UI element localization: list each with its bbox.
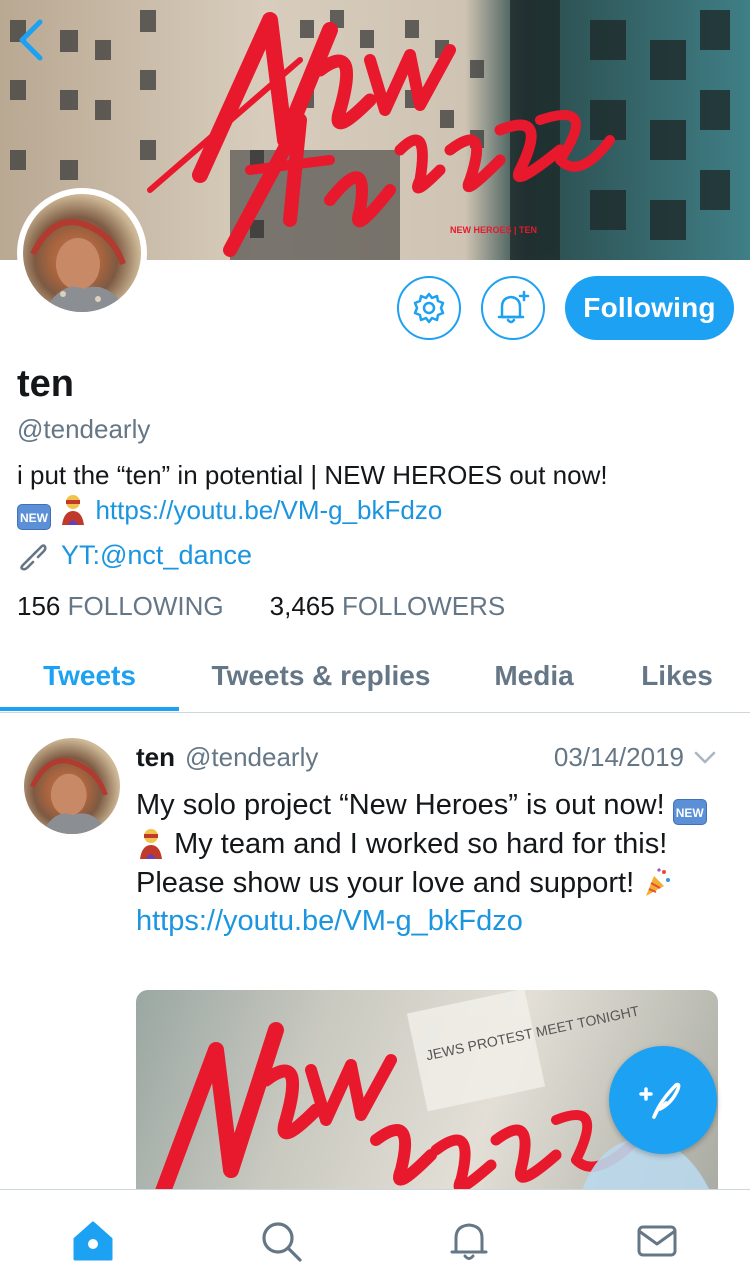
chevron-down-icon[interactable] [692, 744, 718, 770]
tweet-date: 03/14/2019 [553, 741, 684, 772]
profile-handle: @tendearly [17, 414, 151, 444]
home-icon [73, 1221, 113, 1261]
envelope-icon [637, 1225, 677, 1257]
tweet-avatar[interactable] [24, 738, 120, 834]
profile-tabs: Tweets Tweets & replies Media Likes [0, 640, 750, 713]
following-count: 156 [17, 591, 61, 621]
active-tab-indicator [0, 707, 179, 711]
profile-stats: 156 FOLLOWING 3,465 FOLLOWERS [17, 591, 505, 622]
nav-notifications[interactable] [444, 1216, 494, 1266]
bell-icon [450, 1223, 488, 1260]
profile-bio: i put the “ten” in potential | NEW HEROE… [17, 458, 733, 530]
chevron-left-icon [19, 19, 43, 61]
tweet-author-handle[interactable]: @tendearly [185, 742, 318, 773]
following-button[interactable]: Following [565, 276, 734, 340]
tab-tweets[interactable]: Tweets [0, 640, 179, 712]
following-stat[interactable]: 156 FOLLOWING [17, 591, 224, 622]
tab-tweets-and-replies[interactable]: Tweets & replies [190, 640, 452, 712]
profile-display-name: ten [17, 363, 74, 405]
followers-stat[interactable]: 3,465 FOLLOWERS [270, 591, 506, 622]
superhero-emoji-icon [140, 829, 162, 859]
settings-button[interactable] [397, 276, 461, 340]
bottom-tab-bar [0, 1189, 750, 1288]
nav-search[interactable] [256, 1216, 306, 1266]
tweet-text: My solo project “New Heroes” is out now!… [136, 786, 718, 941]
superhero-emoji-icon [62, 495, 85, 525]
search-icon [262, 1222, 302, 1262]
tweet-author-name[interactable]: ten [136, 742, 175, 773]
tweet-text-part1: My solo project “New Heroes” is out now! [136, 789, 665, 821]
back-button[interactable] [14, 16, 50, 64]
new-emoji-icon: NEW [672, 799, 707, 825]
followers-count: 3,465 [269, 591, 335, 621]
tab-media[interactable]: Media [470, 640, 598, 712]
bio-link[interactable]: https://youtu.be/VM-g_bkFdzo [95, 495, 442, 525]
link-icon [20, 543, 47, 571]
avatar-image [23, 194, 141, 312]
feather-plus-icon [639, 1082, 681, 1119]
tweet-header: ten @tendearly 03/14/2019 [136, 738, 718, 776]
notifications-toggle-button[interactable] [481, 276, 545, 340]
tweet-link[interactable]: https://youtu.be/VM-g_bkFdzo [136, 905, 523, 937]
tweet-text-part2: My team and I worked so hard for this! P… [136, 828, 668, 899]
profile-website-row: YT:@nct_dance [17, 540, 252, 571]
compose-tweet-button[interactable] [609, 1046, 717, 1154]
bell-plus-icon [497, 290, 530, 324]
profile-website-link[interactable]: YT:@nct_dance [61, 540, 252, 571]
profile-avatar[interactable] [17, 188, 147, 318]
followers-label: FOLLOWERS [341, 591, 506, 621]
tab-likes[interactable]: Likes [618, 640, 736, 712]
nav-messages[interactable] [632, 1216, 682, 1266]
nav-home[interactable] [68, 1216, 118, 1266]
bio-text: i put the “ten” in potential | NEW HEROE… [17, 460, 608, 490]
banner-small-text: NEW HEROES | TEN [450, 225, 537, 235]
following-label: FOLLOWING [67, 591, 224, 621]
gear-icon [413, 292, 445, 324]
new-emoji-icon: NEW [17, 504, 51, 530]
party-popper-emoji-icon [646, 867, 671, 896]
